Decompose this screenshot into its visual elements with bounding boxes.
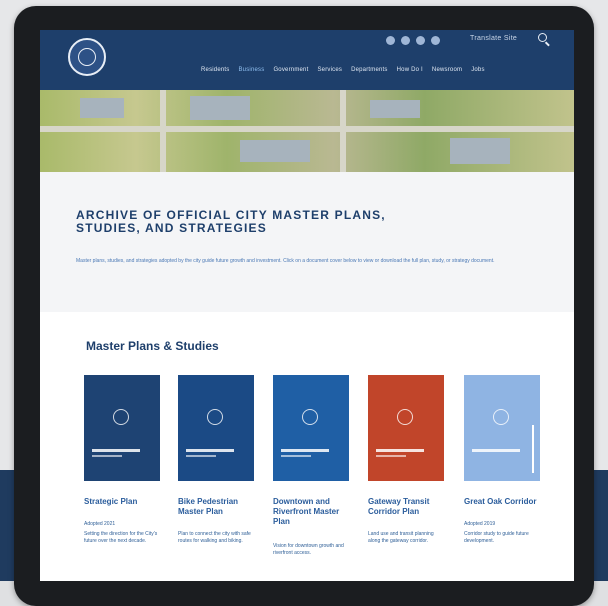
site-header: Translate Site Residents Business Govern… (40, 30, 574, 90)
seal-icon (207, 409, 223, 425)
seal-icon (493, 409, 509, 425)
nav-item[interactable]: How Do I (397, 67, 423, 73)
card-title[interactable]: Bike Pedestrian Master Plan (178, 497, 254, 517)
card-description: Vision for downtown growth and riverfron… (273, 543, 344, 556)
intro-text: Master plans, studies, and strategies ad… (76, 258, 495, 264)
document-cover[interactable] (273, 375, 349, 481)
card-meta: Adopted 2019 (464, 521, 496, 527)
card-description: Setting the direction for the City's fut… (84, 531, 158, 544)
nav-item[interactable]: Departments (351, 67, 388, 73)
card-description: Plan to connect the city with safe route… (178, 531, 251, 544)
hero-building (370, 100, 420, 118)
nav-item[interactable]: Residents (201, 67, 229, 73)
card-meta: Adopted 2021 (84, 521, 116, 527)
card-title[interactable]: Great Oak Corridor (464, 497, 540, 507)
cover-subtitle-bar (376, 455, 406, 457)
cover-subtitle-bar (186, 455, 216, 457)
social-links (386, 36, 440, 45)
nav-item[interactable]: Business (238, 67, 264, 73)
card-title[interactable]: Strategic Plan (84, 497, 160, 507)
document-cover[interactable] (178, 375, 254, 481)
cover-title-bar (186, 449, 234, 452)
cover-subtitle-bar (92, 455, 122, 457)
seal-icon (302, 409, 318, 425)
card-description: Land use and transit planning along the … (368, 531, 434, 544)
hero-aerial-image (40, 90, 574, 172)
cover-title-bar (281, 449, 329, 452)
cover-accent-line (532, 425, 534, 473)
hero-road (40, 126, 574, 132)
tablet-screen: Translate Site Residents Business Govern… (40, 30, 574, 581)
document-cover[interactable] (84, 375, 160, 481)
facebook-icon[interactable] (386, 36, 395, 45)
hero-building (450, 138, 510, 164)
page-title: ARCHIVE OF OFFICIAL CITY MASTER PLANS, S… (76, 208, 386, 235)
translate-link[interactable]: Translate Site (470, 35, 517, 42)
instagram-icon[interactable] (416, 36, 425, 45)
hero-building (80, 98, 124, 118)
card-description: Corridor study to guide future developme… (464, 531, 529, 544)
nav-item[interactable]: Services (317, 67, 342, 73)
tablet-frame: Translate Site Residents Business Govern… (14, 6, 594, 606)
nav-item[interactable]: Jobs (471, 67, 484, 73)
cover-title-bar (376, 449, 424, 452)
card-title[interactable]: Downtown and Riverfront Master Plan (273, 497, 349, 527)
hero-building (240, 140, 310, 162)
nav-item[interactable]: Government (273, 67, 308, 73)
document-cover[interactable] (368, 375, 444, 481)
search-icon[interactable] (538, 33, 547, 42)
intro-section: ARCHIVE OF OFFICIAL CITY MASTER PLANS, S… (40, 172, 574, 312)
cover-subtitle-bar (281, 455, 311, 457)
section-heading: Master Plans & Studies (86, 339, 219, 353)
youtube-icon[interactable] (431, 36, 440, 45)
nav-item[interactable]: Newsroom (432, 67, 462, 73)
seal-icon (397, 409, 413, 425)
hero-road (340, 90, 346, 172)
twitter-icon[interactable] (401, 36, 410, 45)
card-title[interactable]: Gateway Transit Corridor Plan (368, 497, 444, 517)
hero-building (190, 96, 250, 120)
city-seal-icon[interactable] (68, 38, 106, 76)
main-nav: Residents Business Government Services D… (201, 67, 485, 73)
seal-icon (113, 409, 129, 425)
document-cover[interactable] (464, 375, 540, 481)
hero-road (160, 90, 166, 172)
cover-title-bar (92, 449, 140, 452)
cover-title-bar (472, 449, 520, 452)
seal-inner-ring (78, 48, 96, 66)
